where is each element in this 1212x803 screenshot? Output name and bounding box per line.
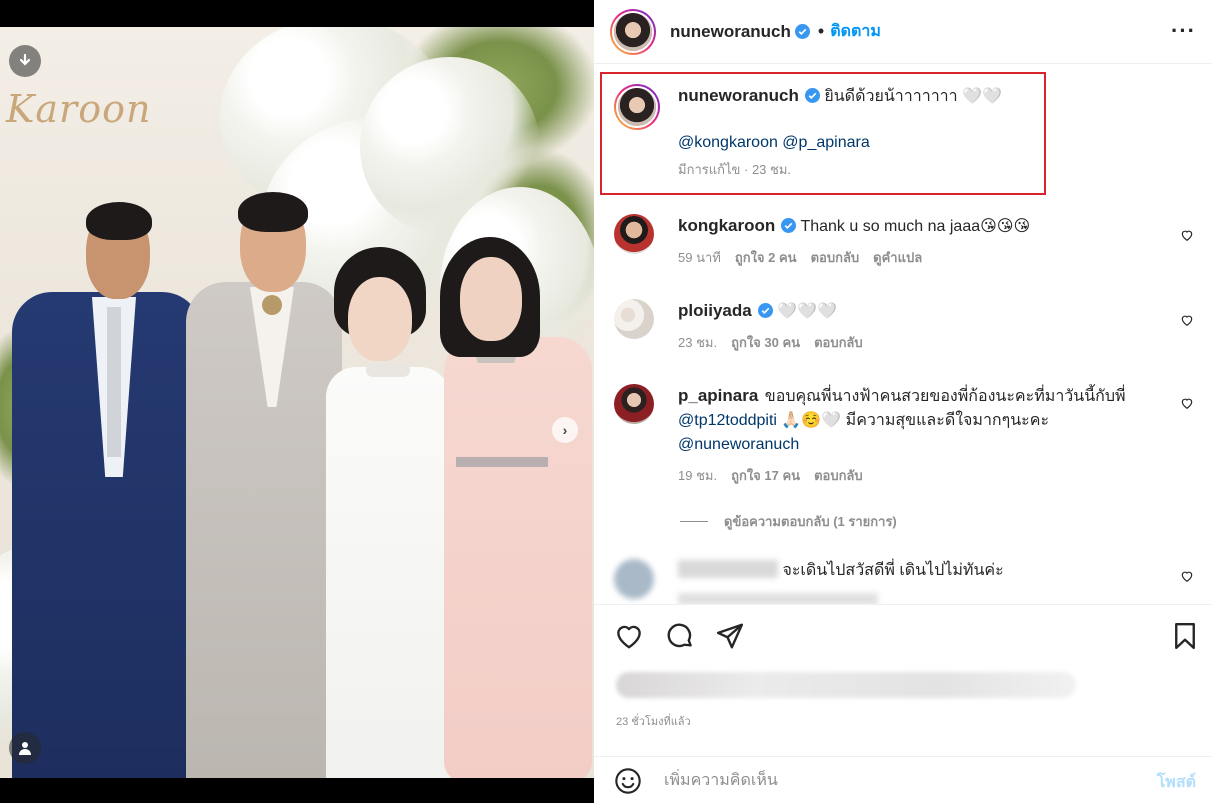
reply-button[interactable]: ตอบกลับ <box>814 332 863 353</box>
comment-likes[interactable]: ถูกใจ 17 คน <box>731 465 800 486</box>
action-bar <box>594 604 1212 666</box>
mention-link[interactable]: @tp12toddpiti <box>678 412 777 429</box>
chevron-right-icon: › <box>562 422 568 438</box>
comment-time[interactable]: 23 ชม. <box>678 332 717 353</box>
comment-time[interactable]: 19 ชม. <box>678 465 717 486</box>
follow-button[interactable]: ติดตาม <box>830 19 881 44</box>
blurred-meta <box>678 593 878 604</box>
person-pink-dress <box>0 27 594 778</box>
add-comment-bar: โพสต์ <box>594 756 1212 803</box>
bookmark-icon[interactable] <box>1170 621 1200 651</box>
divider <box>680 521 708 522</box>
heart-icon[interactable] <box>1180 569 1194 583</box>
more-icon: ··· <box>1171 18 1196 43</box>
post-comment-button[interactable]: โพสต์ <box>1157 770 1196 795</box>
liked-by-row-blurred <box>616 672 1076 698</box>
more-options-button[interactable]: ··· <box>1171 18 1196 44</box>
comment-input[interactable] <box>664 769 1104 793</box>
comment-username[interactable]: ploiiyada <box>678 301 752 320</box>
reply-button[interactable]: ตอบกลับ <box>811 247 860 268</box>
view-replies-button[interactable]: ดูข้อความตอบกลับ (1 รายการ) <box>680 511 897 532</box>
comment-item: จะเดินไปสวัสดีพี่ เดินไปไม่ทันค่ะ <box>614 559 1178 604</box>
user-tag-icon <box>19 742 31 755</box>
comment-text-row: kongkaroon Thank u so much na jaaa😘😘😘 <box>678 214 1178 239</box>
comment-avatar[interactable] <box>614 214 654 254</box>
comment-item: p_apinara ขอบคุณพี่นางฟ้าคนสวยของพี่ก้อง… <box>614 384 1178 486</box>
comment-text: ขอบคุณพี่นางฟ้าคนสวยของพี่ก้องนะคะที่มาว… <box>764 388 1126 405</box>
verified-icon <box>804 88 820 103</box>
comment-avatar[interactable] <box>614 559 654 599</box>
post-header: nuneworanuch • ติดตาม ··· <box>594 0 1212 64</box>
media-pane: Karoon › <box>0 0 594 803</box>
comment-username[interactable]: kongkaroon <box>678 216 775 235</box>
comment-likes[interactable]: ถูกใจ 2 คน <box>735 247 797 268</box>
heart-icon[interactable] <box>1180 396 1194 410</box>
comment-likes[interactable]: ถูกใจ 30 คน <box>731 332 800 353</box>
post-detail-panel: nuneworanuch • ติดตาม ··· nuneworanuch ย… <box>594 0 1212 803</box>
comment-text: จะเดินไปสวัสดีพี่ เดินไปไม่ทันค่ะ <box>782 562 1004 579</box>
caption-mentions[interactable]: @kongkaroon @p_apinara <box>678 131 1178 155</box>
author-avatar[interactable] <box>610 8 656 55</box>
comment-item: ploiiyada 🤍🤍🤍 23 ชม. ถูกใจ 30 คน ตอบกลับ <box>614 299 1178 353</box>
comment-text: 🤍🤍🤍 <box>777 303 837 320</box>
heart-icon[interactable] <box>1180 228 1194 242</box>
post-photo[interactable]: Karoon › <box>0 27 594 778</box>
comment-text-row: p_apinara ขอบคุณพี่นางฟ้าคนสวยของพี่ก้อง… <box>678 384 1178 457</box>
download-icon <box>19 53 31 66</box>
caption-meta: มีการแก้ไข · 23 ชม. <box>678 162 792 177</box>
carousel-next-button[interactable]: › <box>552 417 578 443</box>
heart-icon[interactable] <box>1180 313 1194 327</box>
comment-text-row: ploiiyada 🤍🤍🤍 <box>678 299 1178 324</box>
comment-username[interactable]: p_apinara <box>678 386 758 405</box>
comment-icon[interactable] <box>665 621 695 651</box>
heart-icon[interactable] <box>614 621 644 651</box>
verified-icon <box>781 218 797 233</box>
comment-text: 🙏🏻☺️🤍 มีความสุขและดีใจมากๆนะคะ <box>776 412 1050 429</box>
caption: nuneworanuch ยินดีด้วยน้าาาาาาา 🤍🤍 @kong… <box>614 84 1178 180</box>
caption-avatar[interactable] <box>614 84 660 130</box>
caption-username[interactable]: nuneworanuch <box>678 86 799 105</box>
reply-button[interactable]: ตอบกลับ <box>814 465 863 486</box>
separator-dot: • <box>817 21 825 41</box>
caption-text-row: nuneworanuch ยินดีด้วยน้าาาาาาา 🤍🤍 <box>678 84 1178 109</box>
caption-text: ยินดีด้วยน้าาาาาาา 🤍🤍 <box>824 88 1002 105</box>
post-timestamp[interactable]: 23 ชั่วโมงที่แล้ว <box>616 712 691 730</box>
tagged-users-button[interactable] <box>9 732 41 764</box>
comment-meta: 23 ชม. ถูกใจ 30 คน ตอบกลับ <box>678 332 1178 353</box>
comment-item: kongkaroon Thank u so much na jaaa😘😘😘 59… <box>614 214 1178 268</box>
view-replies-label: ดูข้อความตอบกลับ (1 รายการ) <box>724 514 897 529</box>
comment-avatar[interactable] <box>614 299 654 339</box>
emoji-icon[interactable] <box>614 767 642 795</box>
comment-meta: 19 ชม. ถูกใจ 17 คน ตอบกลับ <box>678 465 1178 486</box>
comment-meta: 59 นาที ถูกใจ 2 คน ตอบกลับ ดูคำแปล <box>678 247 1178 268</box>
comment-text-row: จะเดินไปสวัสดีพี่ เดินไปไม่ทันค่ะ <box>678 559 1178 583</box>
mention-link[interactable]: @nuneworanuch <box>678 436 799 453</box>
comments-list: nuneworanuch ยินดีด้วยน้าาาาาาา 🤍🤍 @kong… <box>594 64 1212 604</box>
translate-button[interactable]: ดูคำแปล <box>873 247 922 268</box>
author-username[interactable]: nuneworanuch <box>670 22 791 42</box>
verified-icon <box>757 303 773 318</box>
share-icon[interactable] <box>715 621 745 651</box>
blurred-username <box>678 560 778 578</box>
comment-time[interactable]: 59 นาที <box>678 247 721 268</box>
verified-icon <box>794 24 810 39</box>
download-button[interactable] <box>9 45 41 77</box>
comment-avatar[interactable] <box>614 384 654 424</box>
comment-text: Thank u so much na jaaa😘😘😘 <box>800 218 1031 235</box>
